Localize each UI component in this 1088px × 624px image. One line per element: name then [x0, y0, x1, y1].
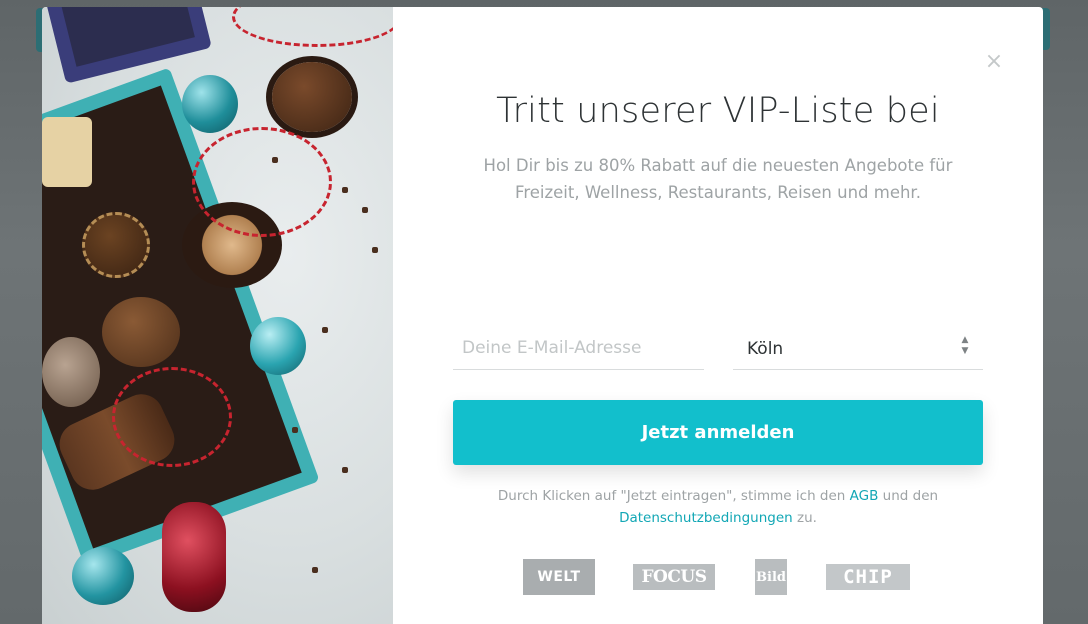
privacy-link[interactable]: Datenschutzbedingungen [619, 510, 793, 526]
foil-chocolate [162, 502, 226, 612]
press-logos: WELT FOCUS Bild CHIP [523, 559, 913, 595]
legal-text-middle: und den [878, 488, 939, 504]
cocoa-crumb [372, 247, 378, 253]
sort-arrows-icon: ▲ ▼ [959, 335, 971, 357]
close-icon[interactable]: × [983, 51, 1005, 73]
email-field[interactable] [453, 327, 704, 370]
chocolate-piece [42, 117, 92, 187]
signup-content: × Tritt unserer VIP-Liste bei Hol Dir bi… [393, 7, 1043, 624]
chocolate-piece [42, 337, 100, 407]
cocoa-crumb [292, 427, 298, 433]
chocolate-photo [42, 7, 393, 624]
chocolate-piece [82, 212, 150, 278]
arrow-up-icon: ▲ [961, 335, 969, 345]
signup-modal: × Tritt unserer VIP-Liste bei Hol Dir bi… [42, 7, 1043, 624]
foil-chocolate [250, 317, 306, 375]
arrow-down-icon: ▼ [961, 346, 969, 356]
city-select-value: Köln [747, 339, 784, 359]
legal-text-suffix: zu. [792, 510, 817, 526]
modal-subtitle: Hol Dir bis zu 80% Rabatt auf die neuest… [483, 156, 953, 202]
agb-link[interactable]: AGB [850, 488, 879, 504]
cocoa-crumb [312, 567, 318, 573]
cocoa-crumb [272, 157, 278, 163]
twine-string [192, 127, 332, 237]
legal-text-prefix: Durch Klicken auf "Jetzt eintragen", sti… [497, 488, 850, 504]
chip-logo: CHIP [826, 564, 910, 590]
cocoa-crumb [342, 187, 348, 193]
foil-chocolate [72, 547, 134, 605]
submit-button[interactable]: Jetzt anmelden [453, 400, 983, 465]
cocoa-crumb [362, 207, 368, 213]
modal-title: Tritt unserer VIP-Liste bei [496, 91, 940, 131]
cocoa-crumb [322, 327, 328, 333]
foil-chocolate [182, 75, 238, 133]
focus-logo: FOCUS [633, 564, 715, 590]
twine-string [112, 367, 232, 467]
cocoa-crumb [342, 467, 348, 473]
welt-logo: WELT [523, 559, 595, 595]
chocolate-piece [102, 297, 180, 367]
chocolate-piece [272, 62, 352, 132]
bild-logo: Bild [755, 559, 787, 595]
legal-notice: Durch Klicken auf "Jetzt eintragen", sti… [473, 485, 963, 529]
city-select[interactable]: Köln ▲ ▼ [733, 327, 983, 370]
chocolate-box-top [42, 7, 212, 84]
twine-string [232, 7, 393, 47]
